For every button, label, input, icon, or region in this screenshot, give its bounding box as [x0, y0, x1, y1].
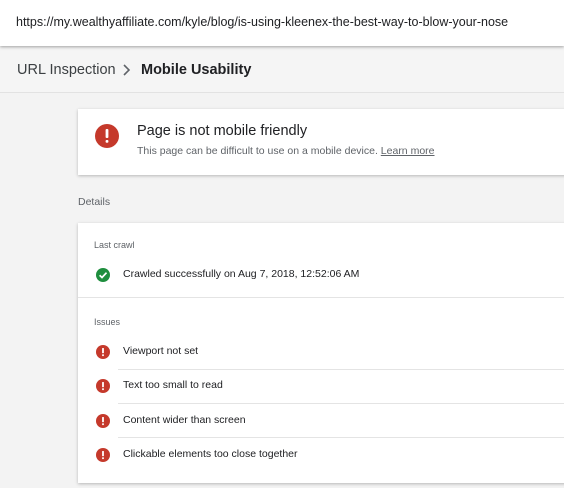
- error-icon: [96, 448, 110, 462]
- issue-text: Viewport not set: [123, 345, 199, 357]
- last-crawl-label: Last crawl: [94, 240, 135, 250]
- divider: [118, 403, 564, 404]
- issue-row[interactable]: Clickable elements too close together: [94, 445, 564, 465]
- address-bar[interactable]: https://my.wealthyaffiliate.com/kyle/blo…: [0, 0, 564, 46]
- breadcrumb-mobile-usability: Mobile Usability: [141, 62, 252, 78]
- url-text[interactable]: https://my.wealthyaffiliate.com/kyle/blo…: [16, 15, 508, 29]
- details-card: Last crawl Crawled successfully on Aug 7…: [78, 223, 564, 483]
- error-icon: [96, 414, 110, 428]
- error-icon: [96, 379, 110, 393]
- issue-row[interactable]: Text too small to read: [94, 376, 564, 396]
- issue-text: Text too small to read: [123, 379, 223, 391]
- status-title: Page is not mobile friendly: [137, 123, 308, 139]
- issue-row[interactable]: Content wider than screen: [94, 411, 564, 431]
- issue-text: Content wider than screen: [123, 414, 246, 426]
- last-crawl-row: Crawled successfully on Aug 7, 2018, 12:…: [94, 265, 564, 285]
- divider: [118, 369, 564, 370]
- check-circle-icon: [96, 268, 110, 282]
- chevron-right-icon: [120, 62, 134, 78]
- error-icon: [96, 345, 110, 359]
- issue-text: Clickable elements too close together: [123, 448, 298, 460]
- issue-row[interactable]: Viewport not set: [94, 342, 564, 362]
- breadcrumb-url-inspection[interactable]: URL Inspection: [17, 62, 116, 78]
- breadcrumb: URL Inspection Mobile Usability: [0, 46, 564, 93]
- details-heading: Details: [78, 196, 111, 208]
- mobile-friendly-status-card: Page is not mobile friendly This page ca…: [78, 109, 564, 175]
- learn-more-link[interactable]: Learn more: [381, 145, 435, 157]
- issues-label: Issues: [94, 317, 121, 327]
- last-crawl-text: Crawled successfully on Aug 7, 2018, 12:…: [123, 268, 360, 280]
- status-description: This page can be difficult to use on a m…: [137, 145, 435, 157]
- divider: [118, 437, 564, 438]
- error-icon: [95, 124, 119, 148]
- divider: [78, 297, 564, 298]
